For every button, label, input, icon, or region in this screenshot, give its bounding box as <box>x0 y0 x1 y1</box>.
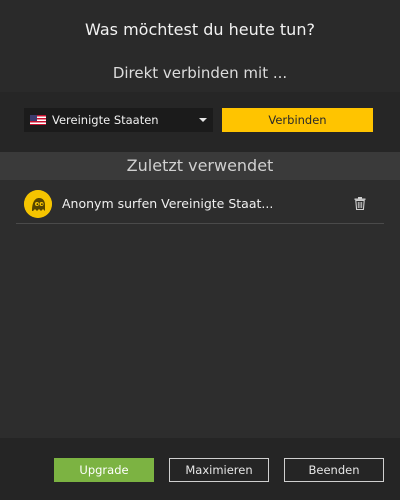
app-window: Was möchtest du heute tun? Direkt verbin… <box>0 0 400 500</box>
footer: Upgrade Maximieren Beenden <box>0 438 400 500</box>
maximize-button[interactable]: Maximieren <box>169 458 269 482</box>
list-item[interactable]: Anonym surfen Vereinigte Staat... <box>16 184 384 224</box>
us-flag-icon <box>30 115 46 125</box>
chevron-down-icon <box>199 118 207 122</box>
recent-list: Anonym surfen Vereinigte Staat... <box>0 180 400 438</box>
country-select-value: Vereinigte Staaten <box>52 113 159 127</box>
recent-section-heading: Zuletzt verwendet <box>0 152 400 180</box>
page-title: Was möchtest du heute tun? <box>85 20 315 39</box>
upgrade-button[interactable]: Upgrade <box>54 458 154 482</box>
direct-connect-heading: Direkt verbinden mit ... <box>112 64 288 82</box>
header: Was möchtest du heute tun? Direkt verbin… <box>0 0 400 92</box>
quit-button[interactable]: Beenden <box>284 458 384 482</box>
connect-button[interactable]: Verbinden <box>222 108 373 132</box>
country-select[interactable]: Vereinigte Staaten <box>24 108 213 132</box>
list-item-label: Anonym surfen Vereinigte Staat... <box>62 196 274 211</box>
trash-icon[interactable] <box>350 194 370 214</box>
direct-connect-row: Vereinigte Staaten Verbinden <box>0 92 400 152</box>
ghost-avatar-icon <box>24 189 52 218</box>
